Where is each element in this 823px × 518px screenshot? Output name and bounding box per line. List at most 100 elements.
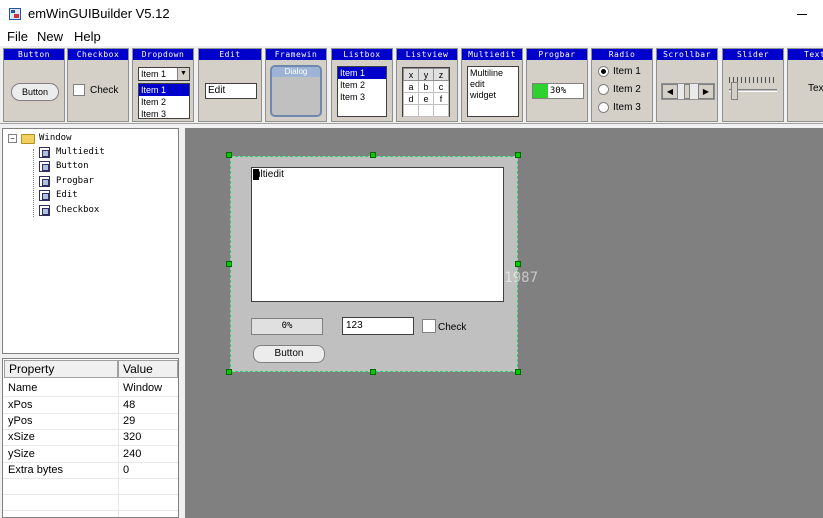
multiedit-line: edit	[470, 79, 485, 89]
dialog-progbar[interactable]: 0%	[251, 318, 323, 335]
menu-file[interactable]: File	[7, 29, 28, 44]
toolbox-framewin[interactable]: Framewin Dialog	[265, 48, 327, 122]
listview-cell: a	[403, 80, 419, 93]
toolbox-multiedit[interactable]: Multiedit Multiline edit widget	[461, 48, 523, 122]
menu-new[interactable]: New	[37, 29, 63, 44]
tree-item-label: Progbar	[56, 176, 94, 186]
list-item: Item 1	[139, 84, 189, 96]
multiedit-preview: Multiline edit widget	[467, 66, 519, 117]
resize-handle-bottom-right[interactable]	[515, 369, 521, 375]
list-item: Item 3	[340, 92, 366, 102]
resize-handle-right[interactable]	[515, 261, 521, 267]
folder-icon	[21, 134, 35, 144]
toolbox-header: Button	[4, 49, 64, 60]
property-value[interactable]: 320	[119, 429, 177, 445]
listview-preview: x y z a b c d e f	[402, 67, 450, 117]
dialog-window[interactable]: ultiedit 0% 123 Check Button	[230, 156, 518, 372]
resize-handle-left[interactable]	[226, 261, 232, 267]
toolbox-header: Dropdown	[133, 49, 193, 60]
toolbox-header: Progbar	[527, 49, 587, 60]
radio-icon	[598, 84, 609, 95]
widget-toolbar: Button Button Checkbox Check Dropdown It…	[0, 46, 823, 124]
tree-item-button[interactable]: Button	[39, 160, 169, 173]
toolbox-progbar[interactable]: Progbar 30%	[526, 48, 588, 122]
property-panel: Property Value Name Window xPos 48 yPos …	[2, 358, 179, 518]
tree-item-window[interactable]: Window	[21, 132, 171, 145]
resize-handle-top-left[interactable]	[226, 152, 232, 158]
radio-selected-icon	[598, 66, 609, 77]
toolbox-listbox[interactable]: Listbox Item 1 Item 2 Item 3	[331, 48, 393, 122]
list-item: Item 3	[141, 109, 167, 119]
dialog-checkbox-label: Check	[438, 322, 467, 333]
tree-collapse-toggle[interactable]: −	[8, 134, 17, 143]
toolbox-slider[interactable]: Slider	[722, 48, 784, 122]
multiedit-line: widget	[470, 90, 497, 100]
dialog-button[interactable]: Button	[253, 345, 325, 363]
framewin-preview: Dialog	[270, 65, 322, 117]
value-column-header[interactable]: Value	[118, 360, 178, 378]
listview-table: x y z a b c d e f	[403, 68, 449, 117]
resize-handle-bottom-left[interactable]	[226, 369, 232, 375]
title-bar: emWinGUIBuilder V5.12	[0, 0, 823, 28]
property-name: Extra bytes	[8, 464, 64, 476]
edit-preview: Edit	[205, 83, 257, 99]
widget-icon	[39, 176, 50, 187]
property-name: xSize	[8, 431, 35, 443]
dialog-edit[interactable]: 123	[342, 317, 414, 335]
property-value[interactable]: Window	[119, 380, 177, 396]
toolbox-edit[interactable]: Edit Edit	[198, 48, 262, 122]
minimize-button[interactable]	[795, 6, 813, 22]
menu-bar: File New Help	[0, 28, 823, 46]
toolbox-button[interactable]: Button Button	[3, 48, 65, 122]
widget-icon	[39, 205, 50, 216]
property-value[interactable]: 0	[119, 462, 177, 478]
toolbox-checkbox[interactable]: Checkbox Check	[67, 48, 129, 122]
toolbox-header: Framewin	[266, 49, 326, 60]
toolbox-scrollbar[interactable]: Scrollbar ◀ ▶	[656, 48, 718, 122]
widget-icon	[39, 190, 50, 201]
list-item: Item 1	[338, 67, 386, 79]
tree-item-checkbox[interactable]: Checkbox	[39, 204, 169, 217]
scrollbar-preview: ◀ ▶	[661, 83, 715, 100]
property-name: ySize	[8, 448, 35, 460]
widget-icon	[39, 147, 50, 158]
scrollbar-thumb	[684, 84, 690, 99]
toolbox-header: Slider	[723, 49, 783, 60]
toolbox-header: Radio	[592, 49, 652, 60]
tree-item-progbar[interactable]: Progbar	[39, 175, 169, 188]
listview-cell: e	[418, 92, 434, 105]
framewin-preview-title: Dialog	[272, 67, 320, 77]
menu-help[interactable]: Help	[74, 29, 101, 44]
text-preview: Text	[808, 83, 823, 94]
dialog-checkbox[interactable]	[422, 319, 436, 333]
toolbox-text[interactable]: Text Text	[787, 48, 823, 122]
toolbox-header: Listview	[397, 49, 457, 60]
toolbox-header: Listbox	[332, 49, 392, 60]
tree-item-edit[interactable]: Edit	[39, 189, 169, 202]
dropdown-preview: Item 1 ▼	[138, 67, 190, 81]
arrow-right-icon: ▶	[698, 84, 714, 99]
property-value[interactable]: 29	[119, 413, 177, 429]
property-name: xPos	[8, 399, 33, 411]
tree-item-label: Button	[56, 161, 89, 171]
tree-connector	[33, 149, 34, 217]
resize-handle-top[interactable]	[370, 152, 376, 158]
arrow-left-icon: ◀	[662, 84, 678, 99]
resize-handle-bottom[interactable]	[370, 369, 376, 375]
tree-item-multiedit[interactable]: Multiedit	[39, 146, 169, 159]
progbar-text: 30%	[549, 86, 567, 96]
toolbox-dropdown[interactable]: Dropdown Item 1 ▼ Item 1 Item 2 Item 3	[132, 48, 194, 122]
resize-handle-top-right[interactable]	[515, 152, 521, 158]
property-column-header[interactable]: Property	[4, 360, 118, 378]
tree-item-label: Checkbox	[56, 205, 100, 215]
listview-cell: f	[433, 92, 449, 105]
radio-label: Item 2	[613, 84, 641, 95]
toolbox-header: Multiedit	[462, 49, 522, 60]
toolbox-listview[interactable]: Listview x y z a b c d e f	[396, 48, 458, 122]
property-name: yPos	[8, 415, 33, 427]
toolbox-radio[interactable]: Radio Item 1 Item 2 Item 3	[591, 48, 653, 122]
design-canvas[interactable]: ultiedit 0% 123 Check Button http://blog…	[185, 128, 823, 518]
property-value[interactable]: 48	[119, 397, 177, 413]
property-value[interactable]: 240	[119, 446, 177, 462]
listview-cell: c	[433, 80, 449, 93]
